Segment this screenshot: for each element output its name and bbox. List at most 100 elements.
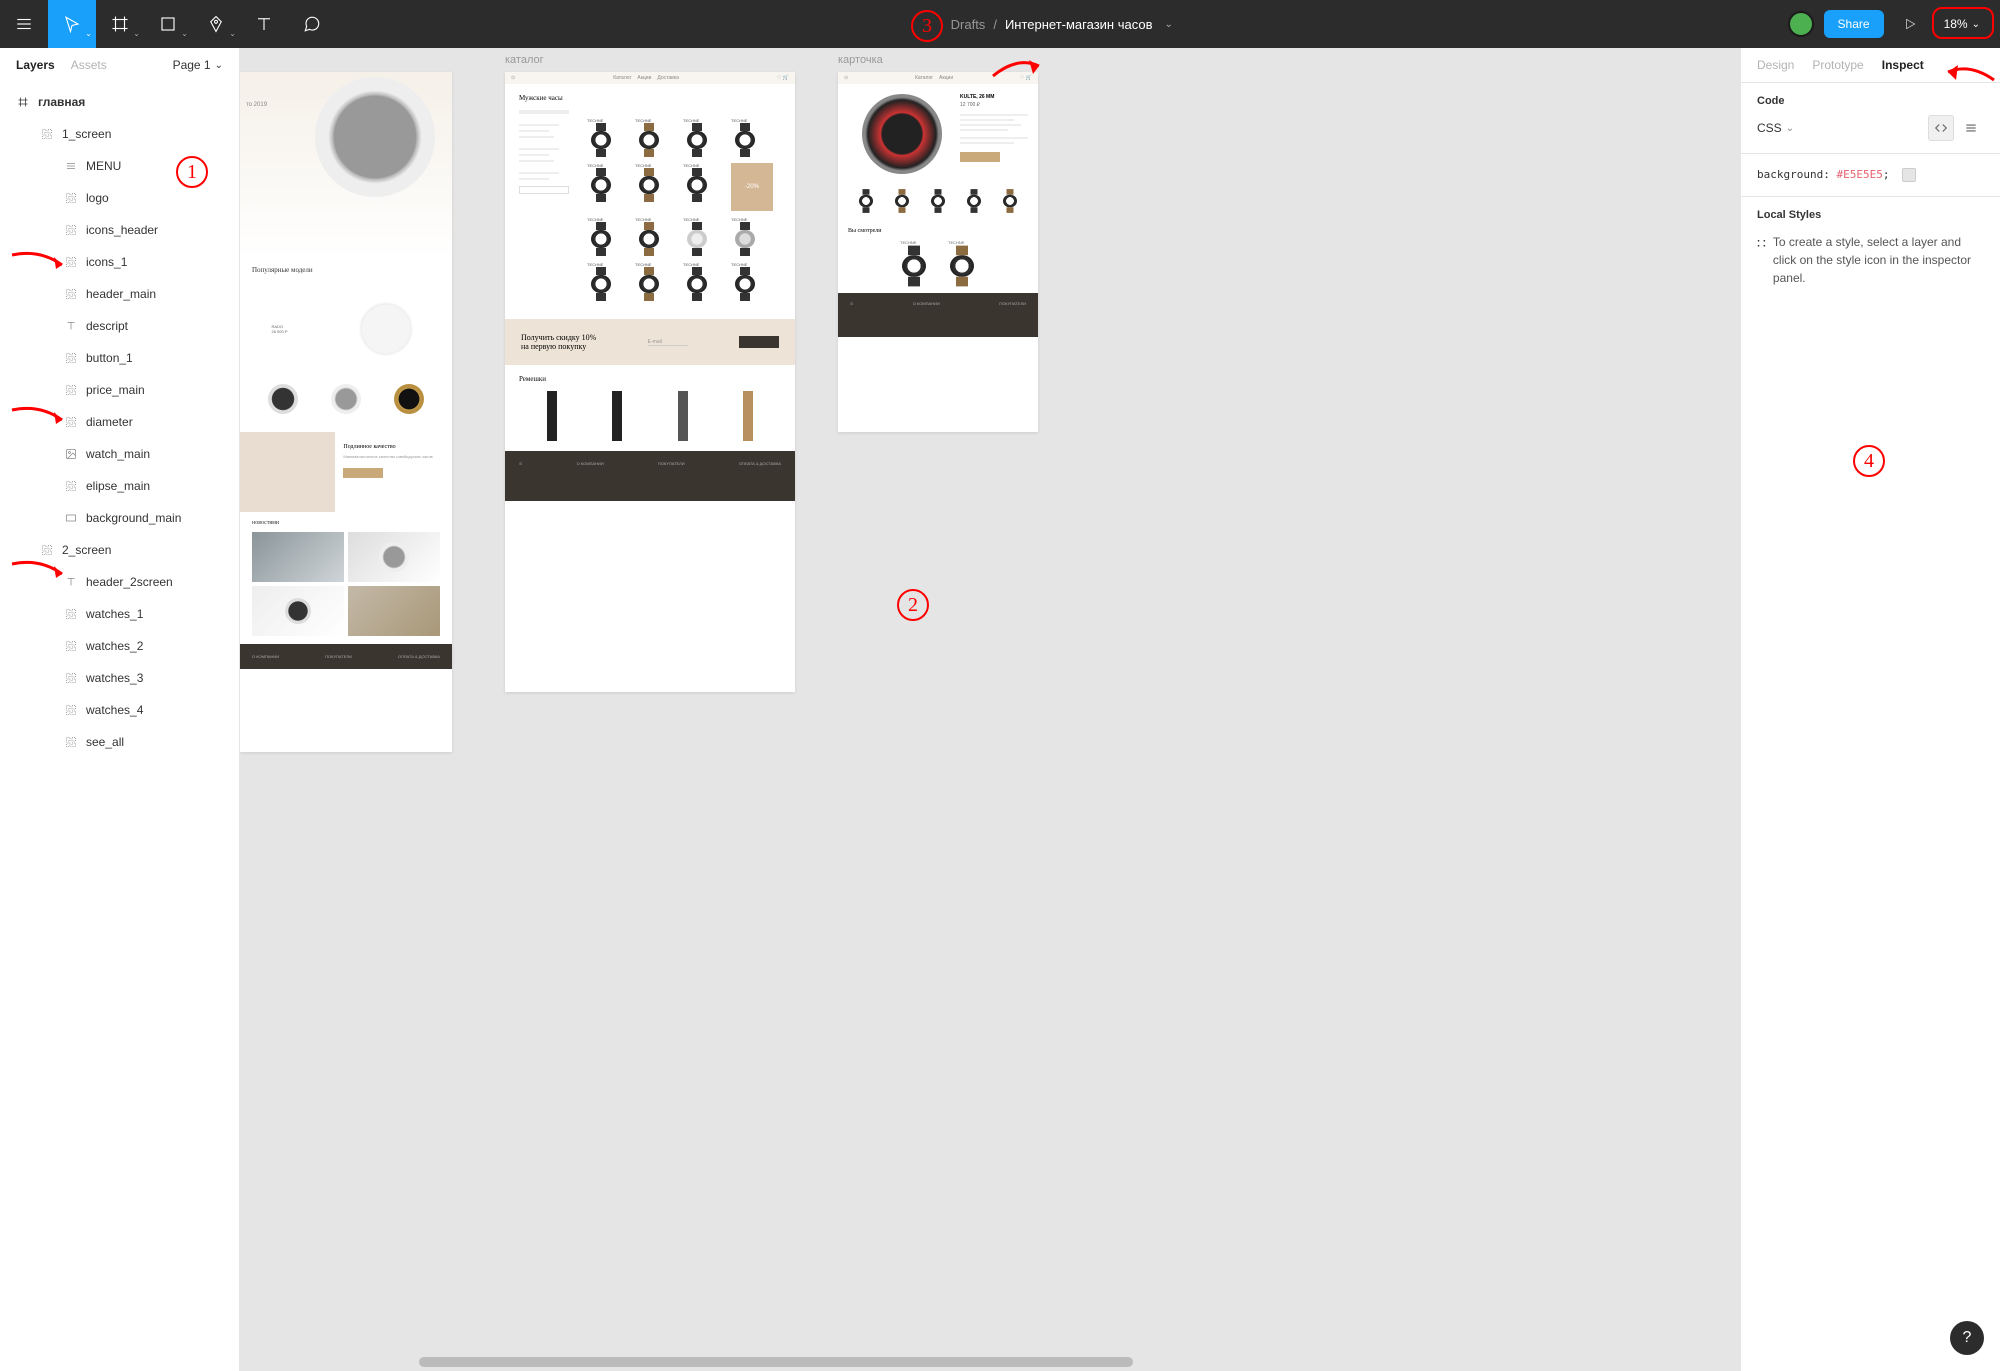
layer-name: elipse_main <box>86 479 150 493</box>
frame-label-card[interactable]: карточка <box>838 54 883 66</box>
group-icon <box>64 223 78 237</box>
tab-assets[interactable]: Assets <box>71 58 107 72</box>
share-button[interactable]: Share <box>1824 10 1884 38</box>
present-button[interactable] <box>1894 8 1926 40</box>
layer-row[interactable]: watches_1 <box>0 598 239 630</box>
layer-row[interactable]: see_all <box>0 726 239 758</box>
canvas-horizontal-scrollbar[interactable] <box>300 1357 1490 1367</box>
layer-name: descript <box>86 319 128 333</box>
code-output[interactable]: background: #E5E5E5; <box>1741 154 2000 197</box>
code-value: #E5E5E5 <box>1836 168 1882 181</box>
style-grid-icon: ∷ <box>1757 233 1763 287</box>
layer-row[interactable]: descript <box>0 310 239 342</box>
mock-email: E-mail <box>648 339 688 346</box>
layer-row[interactable]: 1_screen <box>0 118 239 150</box>
layer-row[interactable]: icons_1 <box>0 246 239 278</box>
mock-men-watches: Мужские часы <box>519 94 781 102</box>
mock-promo-title: Получить скидку 10% <box>521 333 596 342</box>
layer-row[interactable]: header_2screen <box>0 566 239 598</box>
layer-name: watch_main <box>86 447 150 461</box>
code-semicolon: ; <box>1883 168 1890 181</box>
layer-row[interactable]: watches_2 <box>0 630 239 662</box>
layer-row[interactable]: button_1 <box>0 342 239 374</box>
layer-row[interactable]: logo <box>0 182 239 214</box>
scrollbar-thumb[interactable] <box>419 1357 1133 1367</box>
help-button[interactable]: ? <box>1950 1321 1984 1355</box>
text-tool-button[interactable] <box>240 0 288 48</box>
group-icon <box>64 735 78 749</box>
layer-name: price_main <box>86 383 145 397</box>
file-breadcrumb[interactable]: Drafts / Интернет-магазин часов ⌄ <box>336 17 1788 32</box>
group-icon <box>64 479 78 493</box>
group-icon <box>64 607 78 621</box>
layer-row[interactable]: MENU <box>0 150 239 182</box>
layer-row[interactable]: elipse_main <box>0 470 239 502</box>
code-property: background: <box>1757 168 1830 181</box>
layer-row[interactable]: header_main <box>0 278 239 310</box>
comment-tool-button[interactable] <box>288 0 336 48</box>
table-view-button[interactable] <box>1958 115 1984 141</box>
layer-row[interactable]: watches_3 <box>0 662 239 694</box>
group-icon <box>64 351 78 365</box>
layer-name: background_main <box>86 511 181 525</box>
text-icon <box>64 575 78 589</box>
layer-row[interactable]: 2_screen <box>0 534 239 566</box>
breadcrumb-separator: / <box>993 17 997 32</box>
code-view-button[interactable] <box>1928 115 1954 141</box>
group-icon <box>64 703 78 717</box>
chevron-down-icon: ⌄ <box>133 29 140 38</box>
canvas[interactable]: то 2019 Популярные модели RADO26 000 Р <box>240 48 1740 1371</box>
tab-inspect[interactable]: Inspect <box>1882 58 1924 72</box>
layer-row[interactable]: главная <box>0 86 239 118</box>
mock-popular-title: Популярные модели <box>252 266 440 274</box>
layers-panel: Layers Assets Page 1 ⌄ главная1_screenME… <box>0 48 240 1371</box>
code-section-title: Code <box>1757 95 1984 107</box>
rect-icon <box>64 511 78 525</box>
layer-row[interactable]: background_main <box>0 502 239 534</box>
chevron-down-icon: ⌄ <box>229 29 236 38</box>
hamburger-icon <box>15 15 33 33</box>
layer-row[interactable]: diameter <box>0 406 239 438</box>
page-selector[interactable]: Page 1 ⌄ <box>173 58 223 72</box>
watch-image <box>331 384 361 414</box>
canvas-frame-catalog[interactable]: ⊙КаталогАкцииДоставка♡ 🛒 Мужские часы TE… <box>505 72 795 692</box>
layer-name: header_2screen <box>86 575 173 589</box>
mock-year: то 2019 <box>246 102 267 108</box>
frame-label-catalog[interactable]: каталог <box>505 54 544 66</box>
tab-prototype[interactable]: Prototype <box>1812 58 1863 72</box>
layer-name: icons_header <box>86 223 158 237</box>
code-language-dropdown[interactable]: CSS ⌄ <box>1757 121 1794 135</box>
hash-icon <box>16 95 30 109</box>
layer-row[interactable]: icons_header <box>0 214 239 246</box>
layer-row[interactable]: price_main <box>0 374 239 406</box>
shape-tool-button[interactable]: ⌄ <box>144 0 192 48</box>
zoom-dropdown[interactable]: 18% ⌄ <box>1936 13 1988 35</box>
layer-row[interactable]: watches_4 <box>0 694 239 726</box>
group-icon <box>64 383 78 397</box>
inspector-tabs: Design Prototype Inspect <box>1741 48 2000 83</box>
mock-discount: -20% <box>731 163 773 211</box>
menu-button[interactable] <box>0 0 48 48</box>
layer-name: watches_3 <box>86 671 143 685</box>
canvas-frame-main[interactable]: то 2019 Популярные модели RADO26 000 Р <box>240 72 452 752</box>
move-tool-button[interactable]: ⌄ <box>48 0 96 48</box>
app-toolbar: ⌄ ⌄ ⌄ ⌄ Drafts / Интернет-магазин часов … <box>0 0 2000 48</box>
pen-tool-button[interactable]: ⌄ <box>192 0 240 48</box>
mock-news: новостями <box>252 520 440 526</box>
layer-row[interactable]: watch_main <box>0 438 239 470</box>
zoom-value: 18% <box>1944 17 1968 31</box>
watch-image <box>315 77 435 197</box>
color-swatch[interactable] <box>1902 168 1916 182</box>
breadcrumb-drafts: Drafts <box>951 17 986 32</box>
layer-list: главная1_screenMENUlogo icons_headericons… <box>0 82 239 762</box>
canvas-frame-card[interactable]: ⊙КаталогАкции♡ 🛒 KULTE, 26 MM 12 700 ₽ <box>838 72 1038 432</box>
mock-promo-sub: на первую покупку <box>521 342 596 351</box>
user-avatar[interactable] <box>1788 11 1814 37</box>
chevron-down-icon: ⌄ <box>215 60 223 71</box>
frame-tool-button[interactable]: ⌄ <box>96 0 144 48</box>
mock-footer-buyers: ПОКУПАТЕЛИ <box>325 654 352 659</box>
tab-design[interactable]: Design <box>1757 58 1794 72</box>
chevron-down-icon: ⌄ <box>181 29 188 38</box>
mock-footer-delivery: ОПЛАТА & ДОСТАВКА <box>398 654 440 659</box>
tab-layers[interactable]: Layers <box>16 58 55 72</box>
